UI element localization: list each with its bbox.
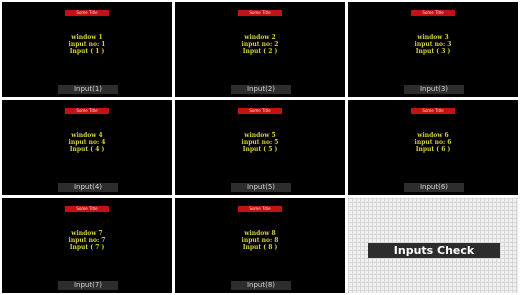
input-window-8[interactable]: Some Title window 8 input no: 8 Input ( … — [175, 198, 345, 293]
window-8-input-tag: Input(8) — [231, 281, 291, 290]
window-1-title-bar: Some Title — [65, 10, 109, 16]
window-8-input-number: input no: 8 — [241, 237, 279, 244]
window-7-info: window 7 input no: 7 Input ( 7 ) — [2, 230, 172, 251]
window-4-input-tag: Input(4) — [58, 183, 118, 192]
window-6-input-tag: Input(6) — [404, 183, 464, 192]
inputs-check-panel[interactable]: Inputs Check — [348, 198, 518, 293]
window-7-input-number: input no: 7 — [68, 237, 106, 244]
input-window-4[interactable]: Some Title window 4 input no: 4 Input ( … — [2, 100, 172, 195]
inputs-check-label: Inputs Check — [368, 243, 500, 258]
window-4-input-number: input no: 4 — [68, 139, 106, 146]
window-3-input-label: Input ( 3 ) — [415, 48, 451, 55]
window-2-input-tag: Input(2) — [231, 85, 291, 94]
input-window-7[interactable]: Some Title window 7 input no: 7 Input ( … — [2, 198, 172, 293]
window-6-window-label: window 6 — [417, 132, 449, 139]
window-4-info: window 4 input no: 4 Input ( 4 ) — [2, 132, 172, 153]
window-8-window-label: window 8 — [244, 230, 276, 237]
window-8-input-label: Input ( 8 ) — [242, 244, 278, 251]
window-7-title-bar: Some Title — [65, 206, 109, 212]
window-3-info: window 3 input no: 3 Input ( 3 ) — [348, 34, 518, 55]
window-4-title-bar: Some Title — [65, 108, 109, 114]
window-5-window-label: window 5 — [244, 132, 276, 139]
window-8-info: window 8 input no: 8 Input ( 8 ) — [175, 230, 345, 251]
window-3-window-label: window 3 — [417, 34, 449, 41]
window-3-input-tag: Input(3) — [404, 85, 464, 94]
window-4-input-label: Input ( 4 ) — [69, 146, 105, 153]
window-3-title-bar: Some Title — [411, 10, 455, 16]
window-6-info: window 6 input no: 6 Input ( 6 ) — [348, 132, 518, 153]
window-7-window-label: window 7 — [71, 230, 103, 237]
window-6-input-number: input no: 6 — [414, 139, 452, 146]
window-1-input-tag: Input(1) — [58, 85, 118, 94]
window-6-title-bar: Some Title — [411, 108, 455, 114]
window-5-info: window 5 input no: 5 Input ( 5 ) — [175, 132, 345, 153]
window-5-input-number: input no: 5 — [241, 139, 279, 146]
window-1-input-number: input no: 1 — [68, 41, 106, 48]
window-1-info: window 1 input no: 1 Input ( 1 ) — [2, 34, 172, 55]
window-4-window-label: window 4 — [71, 132, 103, 139]
input-window-3[interactable]: Some Title window 3 input no: 3 Input ( … — [348, 2, 518, 97]
window-3-input-number: input no: 3 — [414, 41, 452, 48]
window-6-input-label: Input ( 6 ) — [415, 146, 451, 153]
window-1-window-label: window 1 — [71, 34, 103, 41]
window-8-title-bar: Some Title — [238, 206, 282, 212]
input-window-5[interactable]: Some Title window 5 input no: 5 Input ( … — [175, 100, 345, 195]
window-7-input-tag: Input(7) — [58, 281, 118, 290]
window-5-title-bar: Some Title — [238, 108, 282, 114]
window-2-input-number: input no: 2 — [241, 41, 279, 48]
window-5-input-label: Input ( 5 ) — [242, 146, 278, 153]
input-window-grid: Some Title window 1 input no: 1 Input ( … — [2, 2, 518, 293]
window-2-window-label: window 2 — [244, 34, 276, 41]
window-2-input-label: Input ( 2 ) — [242, 48, 278, 55]
multi-input-monitor-screen: Some Title window 1 input no: 1 Input ( … — [0, 0, 520, 295]
window-2-title-bar: Some Title — [238, 10, 282, 16]
window-1-input-label: Input ( 1 ) — [69, 48, 105, 55]
input-window-2[interactable]: Some Title window 2 input no: 2 Input ( … — [175, 2, 345, 97]
window-2-info: window 2 input no: 2 Input ( 2 ) — [175, 34, 345, 55]
window-5-input-tag: Input(5) — [231, 183, 291, 192]
window-7-input-label: Input ( 7 ) — [69, 244, 105, 251]
input-window-6[interactable]: Some Title window 6 input no: 6 Input ( … — [348, 100, 518, 195]
input-window-1[interactable]: Some Title window 1 input no: 1 Input ( … — [2, 2, 172, 97]
